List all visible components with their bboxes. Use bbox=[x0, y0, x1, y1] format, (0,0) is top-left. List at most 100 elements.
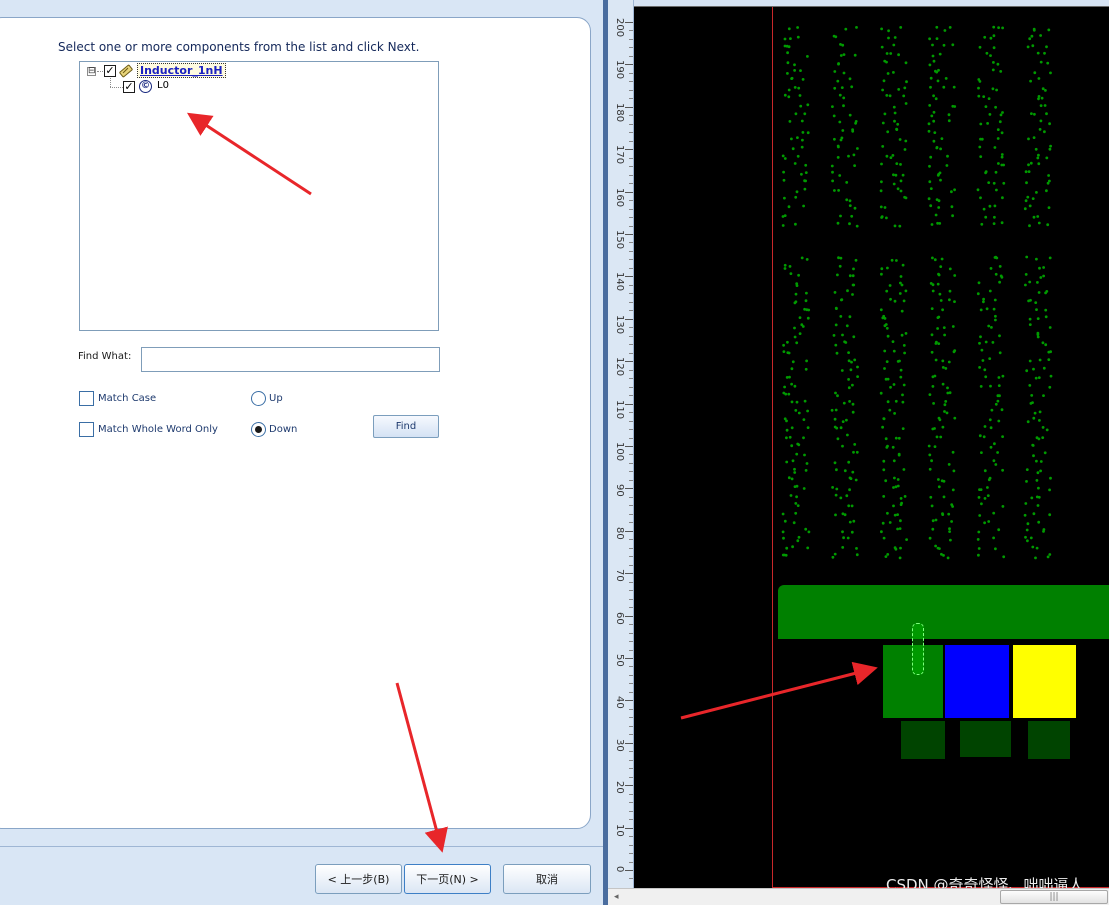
layout-canvas[interactable] bbox=[634, 6, 1109, 888]
cancel-button[interactable]: 取消 bbox=[503, 864, 591, 894]
via bbox=[928, 164, 931, 168]
design-checkbox[interactable]: ✓ bbox=[104, 65, 116, 77]
via bbox=[849, 368, 853, 372]
via bbox=[840, 369, 844, 372]
ruler-minor-tick bbox=[629, 632, 633, 634]
via bbox=[892, 349, 896, 353]
via bbox=[931, 283, 935, 287]
via bbox=[1028, 37, 1032, 41]
via bbox=[992, 25, 996, 29]
via bbox=[983, 521, 986, 525]
via bbox=[1036, 317, 1040, 320]
pad-yellow[interactable] bbox=[1013, 645, 1076, 718]
via bbox=[842, 96, 846, 100]
find-what-input[interactable] bbox=[141, 347, 440, 372]
via bbox=[948, 26, 952, 29]
via bbox=[900, 283, 904, 287]
via bbox=[903, 195, 906, 199]
board-boundary bbox=[772, 7, 773, 888]
via bbox=[992, 61, 995, 64]
via bbox=[1037, 486, 1040, 490]
tree-expander-icon[interactable]: ⊟ bbox=[87, 67, 96, 76]
horizontal-scrollbar[interactable]: ◂ ||| bbox=[608, 888, 1109, 905]
ruler-minor-tick bbox=[629, 217, 633, 219]
via bbox=[803, 307, 806, 311]
via bbox=[833, 461, 837, 465]
find-button[interactable]: Find bbox=[373, 415, 439, 438]
pad-dark-1[interactable] bbox=[901, 721, 945, 759]
via bbox=[885, 154, 889, 158]
via bbox=[806, 103, 810, 107]
via bbox=[1024, 283, 1027, 287]
via bbox=[781, 512, 785, 516]
via bbox=[853, 443, 857, 446]
selected-inductor-trace[interactable] bbox=[912, 623, 924, 675]
via bbox=[889, 297, 892, 301]
via bbox=[992, 46, 996, 50]
via bbox=[803, 187, 807, 191]
via bbox=[787, 27, 791, 31]
via bbox=[884, 377, 888, 381]
tree-item-design[interactable]: Inductor_1nH bbox=[137, 63, 226, 78]
via bbox=[991, 68, 995, 72]
next-button[interactable]: 下一页(N) > bbox=[404, 864, 491, 894]
component-icon: © bbox=[139, 80, 152, 93]
via bbox=[932, 139, 936, 143]
via bbox=[937, 342, 941, 345]
via bbox=[849, 477, 853, 480]
pad-blue[interactable] bbox=[945, 645, 1009, 718]
direction-down-radio[interactable] bbox=[251, 422, 266, 437]
via bbox=[1026, 522, 1030, 526]
via bbox=[880, 162, 883, 166]
via bbox=[842, 536, 845, 540]
via bbox=[951, 214, 954, 218]
ruler-label: 80 bbox=[614, 526, 625, 540]
via bbox=[851, 274, 855, 278]
via bbox=[945, 411, 949, 415]
pad-dark-3[interactable] bbox=[1028, 721, 1070, 759]
via bbox=[1024, 273, 1028, 276]
via bbox=[797, 535, 801, 539]
via bbox=[801, 131, 805, 134]
via bbox=[1025, 480, 1028, 483]
via bbox=[992, 222, 996, 226]
via bbox=[1024, 199, 1028, 203]
via bbox=[793, 69, 796, 72]
via bbox=[855, 553, 859, 557]
via bbox=[1031, 443, 1035, 447]
via bbox=[979, 122, 983, 126]
direction-up-radio[interactable] bbox=[251, 391, 266, 406]
via bbox=[1036, 471, 1040, 475]
via bbox=[929, 495, 933, 499]
tree-item-component[interactable]: L0 bbox=[157, 80, 169, 91]
via bbox=[899, 368, 903, 372]
direction-up-label: Up bbox=[269, 393, 283, 404]
via bbox=[977, 530, 981, 534]
back-button[interactable]: < 上一步(B) bbox=[315, 864, 402, 894]
via bbox=[848, 274, 852, 278]
ruler-minor-tick bbox=[629, 717, 633, 719]
via bbox=[933, 131, 937, 134]
component-checkbox[interactable]: ✓ bbox=[123, 81, 135, 93]
scroll-left-icon[interactable]: ◂ bbox=[614, 892, 619, 902]
scrollbar-thumb[interactable]: ||| bbox=[1000, 890, 1108, 904]
match-case-checkbox[interactable] bbox=[79, 391, 94, 406]
via bbox=[887, 29, 890, 33]
via bbox=[842, 53, 846, 56]
via bbox=[1034, 556, 1037, 560]
via bbox=[985, 307, 989, 311]
via bbox=[783, 385, 786, 389]
via bbox=[788, 435, 792, 439]
via bbox=[851, 402, 855, 406]
via bbox=[891, 154, 895, 157]
via bbox=[935, 25, 939, 29]
via bbox=[989, 384, 992, 388]
component-tree[interactable]: ⊟ ✓ Inductor_1nH ✓ © L0 bbox=[79, 61, 439, 331]
pad-dark-2[interactable] bbox=[960, 721, 1011, 757]
match-whole-word-checkbox[interactable] bbox=[79, 422, 94, 437]
ruler-label: 0 bbox=[614, 866, 625, 873]
via bbox=[951, 450, 955, 454]
via bbox=[791, 459, 795, 463]
via bbox=[799, 104, 803, 108]
ground-plane[interactable] bbox=[778, 585, 1109, 639]
